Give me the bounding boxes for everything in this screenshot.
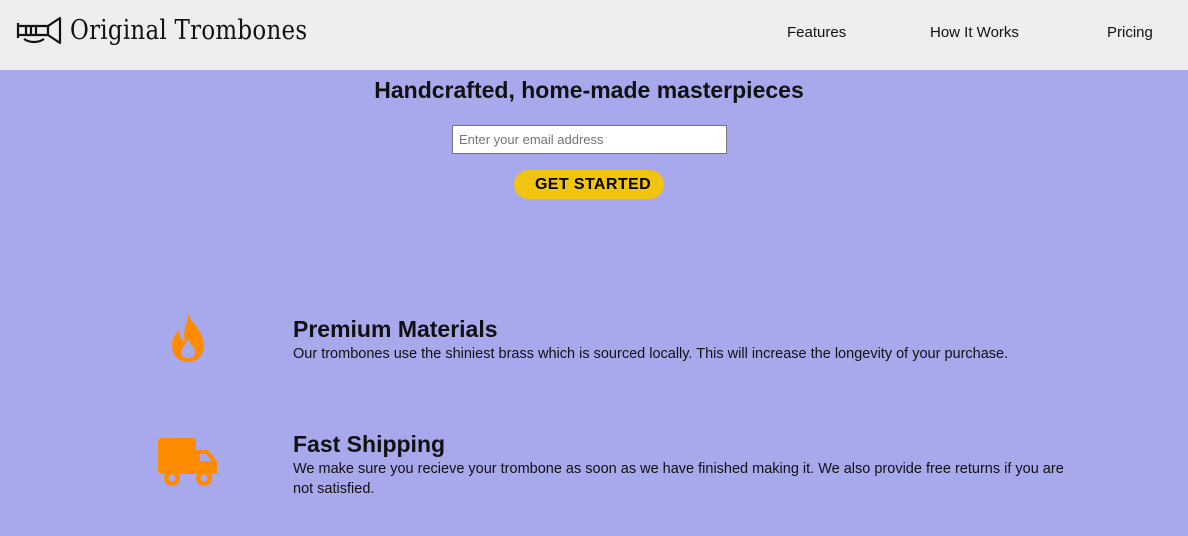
fire-icon: [168, 313, 208, 368]
brand-name: Original Trombones: [70, 14, 308, 46]
logo[interactable]: Original Trombones: [16, 14, 349, 46]
feature-description-fast-shipping: We make sure you recieve your trombone a…: [293, 461, 1064, 497]
get-started-button[interactable]: GET STARTED: [514, 170, 664, 199]
nav-link-pricing[interactable]: Pricing: [1107, 24, 1153, 41]
feature-title-premium-materials: Premium Materials: [293, 316, 498, 342]
nav-link-features[interactable]: Features: [787, 24, 846, 41]
feature-title-fast-shipping: Fast Shipping: [293, 431, 446, 457]
feature-description-premium-materials: Our trombones use the shiniest brass whi…: [293, 346, 1009, 362]
nav-link-how-it-works[interactable]: How It Works: [930, 24, 1019, 41]
truck-icon: [158, 436, 220, 493]
hero-title: Handcrafted, home-made masterpieces: [374, 77, 804, 103]
trombone-icon: [16, 16, 62, 45]
site-header: Original Trombones Features How It Works…: [0, 0, 1188, 70]
email-input[interactable]: [452, 125, 727, 154]
